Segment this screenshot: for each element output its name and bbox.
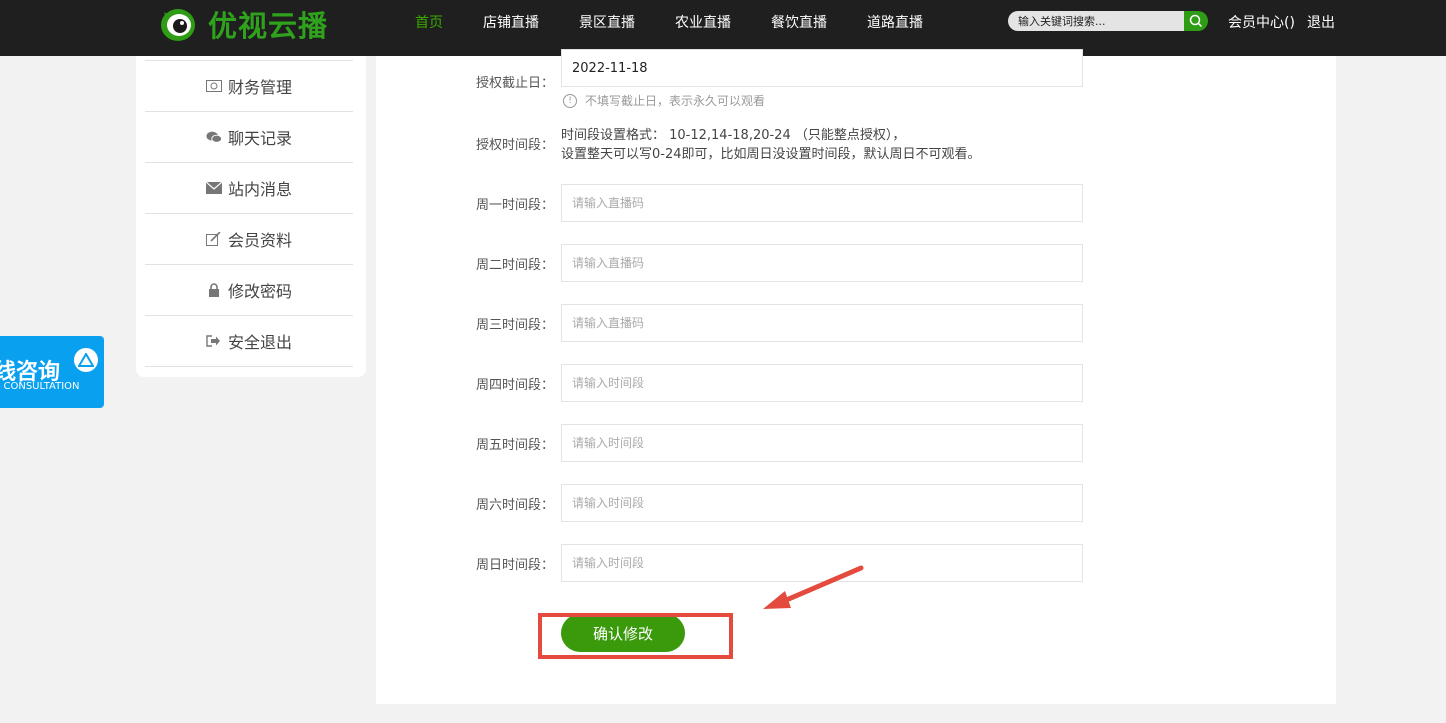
saturday-label: 周六时间段：	[476, 498, 555, 513]
friday-label: 周五时间段：	[476, 438, 555, 453]
search-icon	[1189, 14, 1203, 28]
sidebar-item-profile[interactable]: 会员资料	[145, 213, 353, 264]
sidebar-item-label: 站内消息	[227, 180, 292, 199]
period-format-note: 时间段设置格式： 10-12,14-18,20-24 （只能整点授权）， 设置整…	[561, 126, 981, 164]
member-sidebar: 财务管理 聊天记录 站内消息 会员资料 修改密码 安全退出	[136, 56, 366, 377]
expiry-label: 授权截止日：	[476, 76, 555, 91]
logo[interactable]: 优视云播	[158, 4, 328, 44]
info-icon: !	[563, 93, 577, 108]
lock-icon	[206, 283, 222, 297]
saturday-period-input[interactable]	[561, 484, 1083, 522]
sidebar-item-label: 安全退出	[227, 333, 292, 352]
online-consult-widget[interactable]: 线咨询 E CONSULTATION	[0, 336, 104, 408]
member-center-link[interactable]: 会员中心()	[1228, 12, 1295, 32]
envelope-icon	[205, 181, 222, 195]
period-format-line-2: 设置整天可以写0-24即可，比如周日没设置时间段，默认周日不可观看。	[561, 147, 981, 162]
period-label: 授权时间段：	[476, 138, 555, 153]
nav-scenic-live[interactable]: 景区直播	[579, 12, 635, 32]
sidebar-item-label: 财务管理	[227, 78, 292, 97]
money-icon	[205, 79, 222, 93]
tuesday-label: 周二时间段：	[476, 258, 555, 273]
sidebar-item-logout[interactable]: 安全退出	[145, 315, 353, 366]
sidebar-item-label: 聊天记录	[227, 129, 292, 148]
nav-road-live[interactable]: 道路直播	[867, 12, 923, 32]
tuesday-period-input[interactable]	[561, 244, 1083, 282]
nav-food-live[interactable]: 餐饮直播	[771, 12, 827, 32]
sunday-label: 周日时间段：	[476, 558, 555, 573]
annotation-arrow-icon	[763, 565, 864, 609]
edit-icon	[206, 232, 222, 246]
sidebar-item-finance[interactable]: 财务管理	[145, 60, 353, 111]
expiry-hint-text: 不填写截止日，表示永久可以观看	[585, 94, 766, 108]
consult-subtitle: E CONSULTATION	[0, 381, 80, 392]
monday-period-input[interactable]	[561, 184, 1083, 222]
sign-out-icon	[206, 334, 222, 348]
sidebar-divider	[145, 366, 353, 367]
monday-label: 周一时间段：	[476, 198, 555, 213]
search-input[interactable]	[1008, 11, 1184, 31]
sidebar-item-password[interactable]: 修改密码	[145, 264, 353, 315]
wednesday-period-input[interactable]	[561, 304, 1083, 342]
nav-home[interactable]: 首页	[415, 12, 443, 32]
nav-store-live[interactable]: 店铺直播	[483, 12, 539, 32]
thursday-period-input[interactable]	[561, 364, 1083, 402]
sidebar-item-label: 修改密码	[227, 282, 292, 301]
chat-bubble-icon	[74, 348, 98, 372]
search-box	[1008, 11, 1208, 31]
sidebar-item-messages[interactable]: 站内消息	[145, 162, 353, 213]
highlight-box	[538, 613, 733, 659]
wechat-icon	[206, 130, 222, 144]
logout-link[interactable]: 退出	[1307, 12, 1335, 32]
period-format-line-1: 时间段设置格式： 10-12,14-18,20-24 （只能整点授权），	[561, 128, 906, 143]
search-button[interactable]	[1184, 11, 1208, 31]
eye-logo-icon	[158, 4, 198, 44]
sidebar-item-label: 会员资料	[227, 231, 292, 250]
expiry-date-input[interactable]	[561, 49, 1083, 87]
friday-period-input[interactable]	[561, 424, 1083, 462]
wednesday-label: 周三时间段：	[476, 318, 555, 333]
top-navbar: 优视云播 首页 店铺直播 景区直播 农业直播 餐饮直播 道路直播 会员中心() …	[0, 0, 1446, 56]
nav-agri-live[interactable]: 农业直播	[675, 12, 731, 32]
thursday-label: 周四时间段：	[476, 378, 555, 393]
logo-text: 优视云播	[208, 9, 329, 43]
sidebar-item-chat[interactable]: 聊天记录	[145, 111, 353, 162]
expiry-hint: ! 不填写截止日，表示永久可以观看	[563, 92, 765, 109]
